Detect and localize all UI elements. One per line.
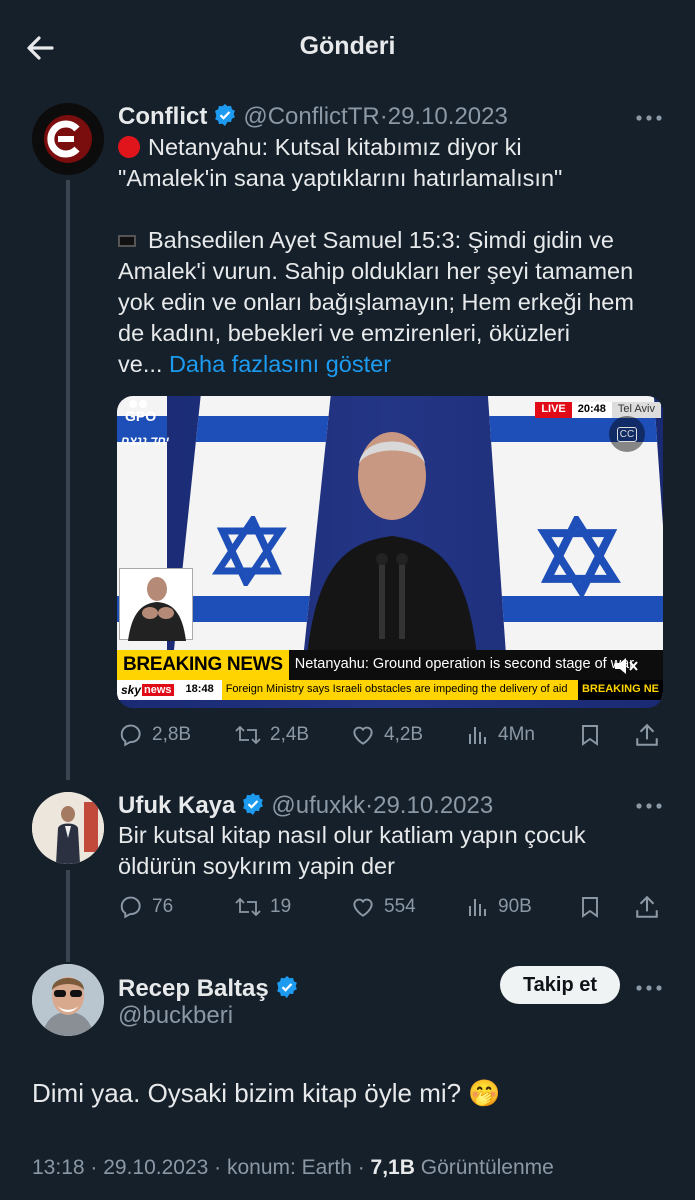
reply-icon: [120, 724, 141, 747]
views-chart-icon: [469, 727, 486, 744]
tweet-line: Bahsedilen Ayet Samuel 15:3: Şimdi gidin…: [148, 227, 614, 253]
like-button[interactable]: 554: [350, 894, 416, 920]
tweet-date[interactable]: 29.10.2023: [373, 792, 493, 820]
separator: ·: [379, 103, 388, 130]
avatar[interactable]: [32, 103, 104, 175]
tweet-body: Netanyahu: Kutsal kitabımız diyor ki "Am…: [118, 132, 678, 380]
author-handle[interactable]: @buckberi: [118, 1002, 233, 1030]
more-options-icon[interactable]: [634, 980, 664, 991]
tweet-body: Bir kutsal kitap nasıl olur katliam yapı…: [118, 820, 678, 882]
reply-button[interactable]: 2,8B: [118, 722, 191, 748]
heart-icon: [353, 726, 373, 745]
avatar[interactable]: [32, 792, 104, 864]
author-name[interactable]: Recep Baltaş: [118, 975, 269, 1003]
views-label: Görüntülenme: [414, 1156, 554, 1179]
tweet-meta: 13:18 · 29.10.2023 · konum: Earth · 7,1B…: [32, 1156, 554, 1180]
retweet-icon: [235, 725, 261, 745]
avatar[interactable]: [32, 964, 104, 1036]
share-icon: [636, 895, 658, 918]
handle-row: @buckberi: [118, 1002, 233, 1030]
share-icon: [636, 723, 658, 746]
tweet-line: yok edin ve onları bağışlamayın; Hem erk…: [118, 289, 634, 315]
tweet-line: Netanyahu: Kutsal kitabımız diyor ki: [148, 134, 522, 160]
thread-line: [66, 180, 70, 780]
top-bar: Gönderi: [0, 0, 695, 96]
tweet-line: ve...: [118, 351, 163, 377]
mute-icon[interactable]: [611, 654, 641, 678]
main-tweet-text: Dimi yaa. Oysaki bizim kitap öyle mi? 🤭: [32, 1078, 501, 1108]
gpo-logo: GPO: [121, 400, 156, 424]
views-chart-icon: [469, 899, 486, 916]
view-count: 7,1B: [370, 1156, 415, 1179]
tweet-actions: 76 19 554 90B: [118, 894, 663, 922]
author-handle[interactable]: @ufuxkk: [271, 792, 365, 820]
show-more-link[interactable]: Daha fazlasını göster: [169, 351, 391, 377]
tweet-header: Recep Baltaş: [118, 972, 305, 1003]
reply-button[interactable]: 76: [118, 894, 173, 920]
thread-line: [66, 870, 70, 962]
tweet-header: Ufuk Kaya @ufuxkk · 29.10.2023: [118, 789, 493, 820]
page-title: Gönderi: [299, 32, 396, 60]
retweet-button[interactable]: 2,4B: [234, 722, 309, 748]
share-button[interactable]: [634, 722, 668, 748]
tweet-header: Conflict @ConflictTR · 29.10.2023: [118, 100, 508, 131]
tweet-actions: 2,8B 2,4B 4,2B 4Mn: [118, 722, 663, 750]
retweet-button[interactable]: 19: [234, 894, 291, 920]
ticker-bar: sky news 18:48 Foreign Ministry says Isr…: [117, 680, 663, 700]
views-button[interactable]: 90B: [466, 894, 532, 920]
tweet-line: öldürün soykırım yapin der: [118, 853, 395, 879]
bookmark-button[interactable]: [578, 894, 610, 920]
breaking-news-bar: BREAKING NEWS Netanyahu: Ground operatio…: [117, 650, 663, 680]
pushpin-icon: [118, 235, 136, 247]
verified-badge-icon: [241, 792, 265, 816]
tweet-line: de kadını, bebekleri ve emzirenleri, ökü…: [118, 320, 570, 346]
more-options-icon[interactable]: [634, 110, 664, 121]
bookmark-icon: [582, 897, 598, 918]
verified-badge-icon: [275, 975, 299, 999]
bookmark-icon: [582, 725, 598, 746]
tweet-line: Bir kutsal kitap nasıl olur katliam yapı…: [118, 822, 586, 848]
live-badge: LIVE 20:48 Tel Aviv: [535, 402, 661, 418]
heart-icon: [353, 898, 373, 917]
share-button[interactable]: [634, 894, 668, 920]
red-circle-icon: [118, 136, 140, 158]
separator: ·: [365, 792, 374, 819]
timestamp[interactable]: 13:18 · 29.10.2023 · konum: Earth ·: [32, 1156, 371, 1179]
tweet-date[interactable]: 29.10.2023: [388, 103, 508, 131]
like-button[interactable]: 4,2B: [350, 722, 423, 748]
follow-button[interactable]: Takip et: [500, 966, 620, 1004]
views-button[interactable]: 4Mn: [466, 722, 535, 748]
reply-icon: [120, 896, 141, 919]
hebrew-caption: יחד ננצח: [121, 434, 170, 448]
sign-language-inset: [119, 568, 193, 641]
more-options-icon[interactable]: [634, 798, 664, 809]
author-name[interactable]: Conflict: [118, 103, 207, 131]
speaker-figure: [307, 432, 477, 656]
verified-badge-icon: [213, 103, 237, 127]
tweet-line: Amalek'i vurun. Sahip oldukları her şeyi…: [118, 258, 634, 284]
author-handle[interactable]: @ConflictTR: [243, 103, 379, 131]
bookmark-button[interactable]: [578, 722, 610, 748]
retweet-icon: [235, 897, 261, 917]
tweet-video[interactable]: GPO יחד ננצח LIVE 20:48 Tel Aviv CC BREA…: [117, 396, 663, 708]
captions-icon[interactable]: CC: [609, 416, 645, 452]
author-name[interactable]: Ufuk Kaya: [118, 792, 235, 820]
tweet-line: "Amalek'in sana yaptıklarını hatırlamalı…: [118, 165, 563, 191]
